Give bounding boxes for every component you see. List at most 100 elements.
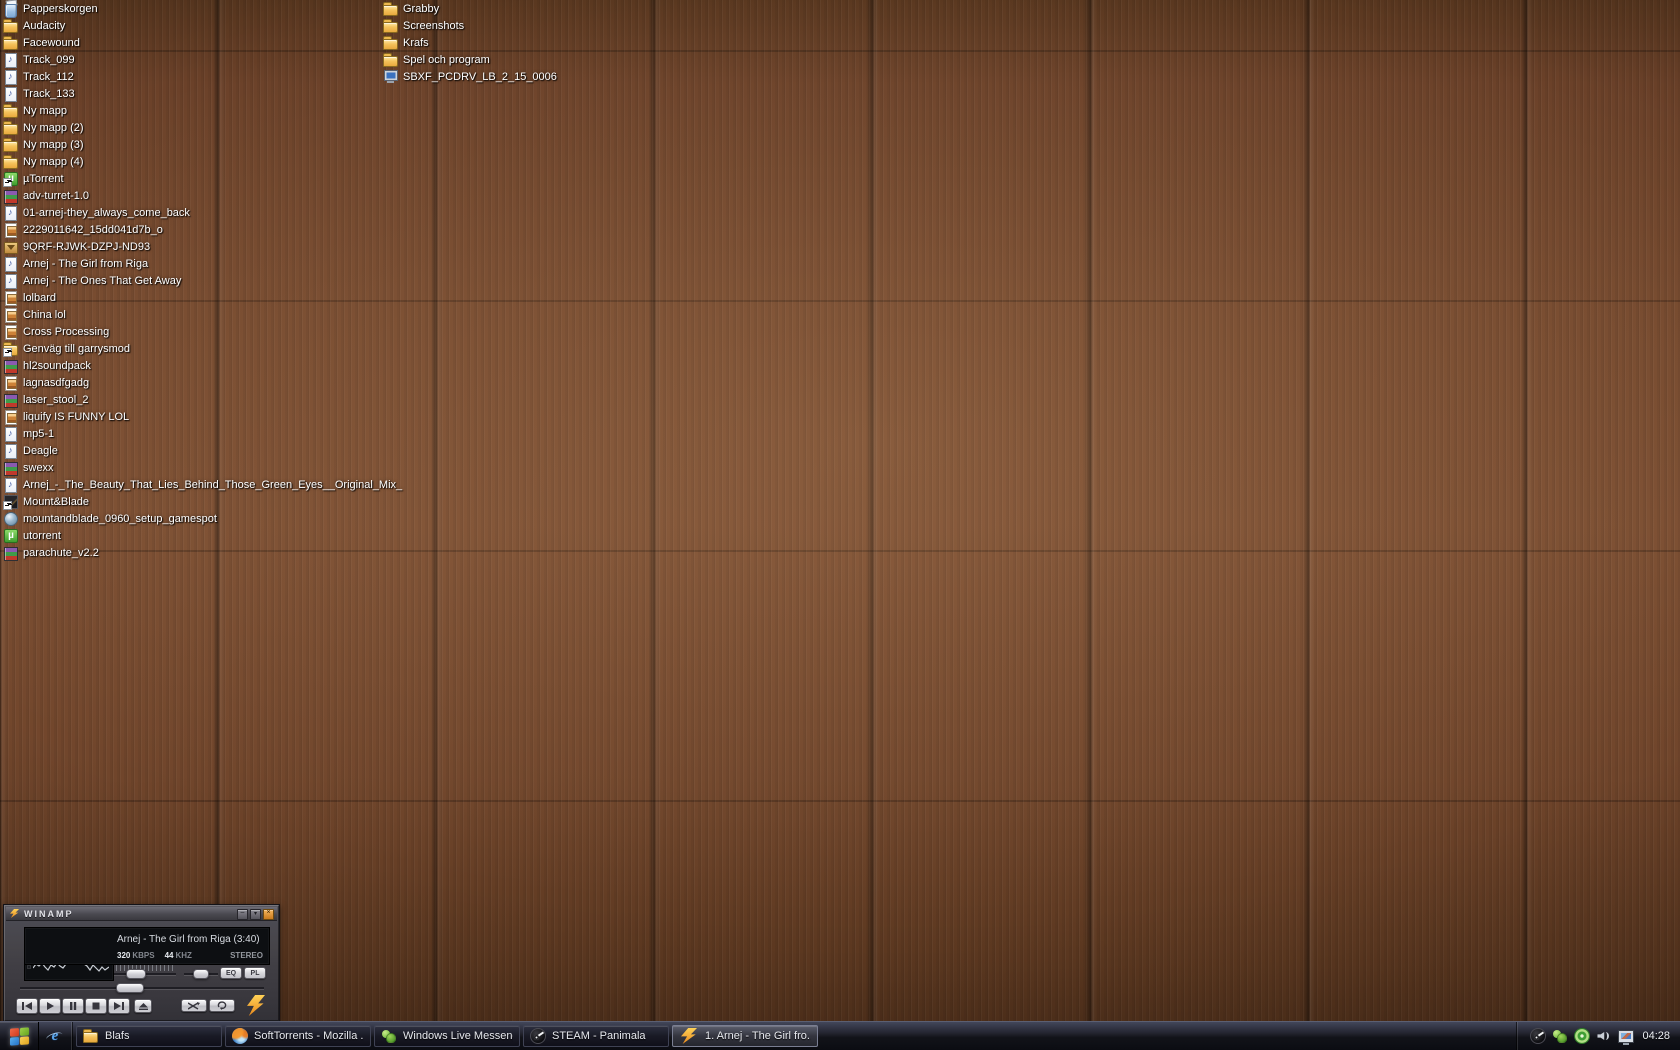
desktop-icon-label: lagnasdfgadg	[23, 377, 89, 389]
desktop-icon[interactable]: hl2soundpack	[3, 357, 402, 374]
desktop-icon[interactable]: Track_112	[3, 68, 402, 85]
desktop: PapperskorgenAudacityFacewoundTrack_099T…	[0, 0, 1680, 1050]
desktop-icon[interactable]: Mount&Blade	[3, 493, 402, 510]
seek-bar-thumb[interactable]	[116, 983, 144, 993]
audio-file-icon	[3, 426, 19, 442]
desktop-icon[interactable]: mountandblade_0960_setup_gamespot	[3, 510, 402, 527]
tray-green-ring-icon[interactable]	[1574, 1028, 1590, 1044]
desktop-icon[interactable]: China lol	[3, 306, 402, 323]
desktop-icon[interactable]: Facewound	[3, 34, 402, 51]
audio-file-icon	[3, 477, 19, 493]
taskbar-button-firefox[interactable]: SoftTorrents - Mozilla ...	[225, 1025, 371, 1047]
desktop-icon[interactable]: Ny mapp (2)	[3, 119, 402, 136]
utorrent-icon	[3, 528, 19, 544]
desktop-icon[interactable]: adv-turret-1.0	[3, 187, 402, 204]
desktop-icon[interactable]: 9QRF-RJWK-DZPJ-ND93	[3, 238, 402, 255]
desktop-icon[interactable]: Ny mapp (3)	[3, 136, 402, 153]
tray-steam-icon[interactable]	[1530, 1028, 1546, 1044]
windowshade-icon[interactable]	[250, 909, 261, 920]
taskbar-button-messenger[interactable]: Windows Live Messenger	[374, 1025, 520, 1047]
desktop-icon[interactable]: Audacity	[3, 17, 402, 34]
tray-volume-icon[interactable]	[1596, 1028, 1612, 1044]
desktop-icon[interactable]: Arnej - The Ones That Get Away	[3, 272, 402, 289]
desktop-icon[interactable]: lagnasdfgadg	[3, 374, 402, 391]
bitrate-unit: KBPS	[132, 951, 154, 960]
desktop-icon-label: China lol	[23, 309, 66, 321]
desktop-icon[interactable]: Ny mapp	[3, 102, 402, 119]
taskbar-button-winamp[interactable]: 1. Arnej - The Girl fro...	[672, 1025, 818, 1047]
volume-slider[interactable]	[114, 973, 176, 975]
desktop-icon[interactable]: Arnej_-_The_Beauty_That_Lies_Behind_Thos…	[3, 476, 402, 493]
tray-display-icon[interactable]	[1618, 1030, 1634, 1043]
desktop-icon[interactable]: Genväg till garrysmod	[3, 340, 402, 357]
internet-explorer-icon[interactable]: e	[47, 1028, 63, 1044]
repeat-icon[interactable]	[209, 999, 235, 1012]
desktop-icon[interactable]: SBXF_PCDRV_LB_2_15_0006	[383, 68, 557, 85]
desktop-icon[interactable]: Cross Processing	[3, 323, 402, 340]
winamp-titlebar[interactable]: WINAMP	[6, 907, 277, 921]
folder-icon	[3, 18, 19, 34]
desktop-icon[interactable]: parachute_v2.2	[3, 544, 402, 561]
desktop-icon[interactable]: mp5-1	[3, 425, 402, 442]
desktop-icon-label: 01-arnej-they_always_come_back	[23, 207, 190, 219]
balance-slider-thumb[interactable]	[193, 969, 209, 979]
folder-icon	[3, 35, 19, 51]
desktop-icon[interactable]: 2229011642_15dd041d7b_o	[3, 221, 402, 238]
winamp-window: WINAMP 01:41 Arnej - The Girl from Riga …	[3, 904, 280, 1022]
winamp-bolt-icon[interactable]	[247, 995, 265, 1016]
desktop-icon[interactable]: Screenshots	[383, 17, 557, 34]
desktop-icon-label: Spel och program	[403, 54, 490, 66]
desktop-icon[interactable]: Grabby	[383, 0, 557, 17]
desktop-icon-label: Facewound	[23, 37, 80, 49]
desktop-icon-label: Arnej - The Ones That Get Away	[23, 275, 181, 287]
close-icon[interactable]	[263, 909, 274, 920]
desktop-icon[interactable]: Papperskorgen	[3, 0, 402, 17]
desktop-icon[interactable]: 01-arnej-they_always_come_back	[3, 204, 402, 221]
desktop-icon-label: lolbard	[23, 292, 56, 304]
start-button[interactable]	[0, 1022, 39, 1050]
pause-icon[interactable]	[62, 998, 84, 1014]
desktop-icon[interactable]: Track_099	[3, 51, 402, 68]
desktop-icon[interactable]: µTorrent	[3, 170, 402, 187]
eject-icon[interactable]	[134, 999, 152, 1013]
desktop-icon-label: parachute_v2.2	[23, 547, 99, 559]
utorrent-icon	[3, 171, 19, 187]
next-icon[interactable]	[108, 998, 130, 1014]
previous-icon[interactable]	[16, 998, 38, 1014]
shuffle-icon[interactable]	[181, 999, 207, 1012]
desktop-icon[interactable]: Track_133	[3, 85, 402, 102]
taskbar-button-label: 1. Arnej - The Girl fro...	[705, 1030, 811, 1042]
desktop-icon[interactable]: utorrent	[3, 527, 402, 544]
desktop-icon-label: Ny mapp (2)	[23, 122, 84, 134]
desktop-icon[interactable]: lolbard	[3, 289, 402, 306]
seek-bar[interactable]	[20, 987, 264, 989]
play-icon[interactable]	[39, 998, 61, 1014]
desktop-icon-label: utorrent	[23, 530, 61, 542]
playlist-button[interactable]: PL	[244, 967, 266, 979]
taskbar-button-steam[interactable]: STEAM - Panimala	[523, 1025, 669, 1047]
desktop-icon[interactable]: Arnej - The Girl from Riga	[3, 255, 402, 272]
samplerate-unit: KHZ	[176, 951, 192, 960]
audio-file-icon	[3, 443, 19, 459]
desktop-icon-label: 9QRF-RJWK-DZPJ-ND93	[23, 241, 150, 253]
stop-icon[interactable]	[85, 998, 107, 1014]
taskbar: e BlafsSoftTorrents - Mozilla ...Windows…	[0, 1021, 1680, 1050]
taskbar-button-folder[interactable]: Blafs	[76, 1025, 222, 1047]
volume-slider-thumb[interactable]	[126, 969, 146, 979]
minimize-icon[interactable]	[237, 909, 248, 920]
winrar-icon	[3, 545, 19, 561]
tray-messenger-icon[interactable]	[1552, 1028, 1568, 1044]
tray-clock[interactable]: 04:28	[1642, 1030, 1670, 1042]
track-title[interactable]: Arnej - The Girl from Riga (3:40)	[117, 934, 265, 945]
balance-slider[interactable]	[184, 973, 218, 975]
desktop-icon[interactable]: liquify IS FUNNY LOL	[3, 408, 402, 425]
desktop-icon[interactable]: laser_stool_2	[3, 391, 402, 408]
desktop-icon[interactable]: Krafs	[383, 34, 557, 51]
desktop-icon[interactable]: swexx	[3, 459, 402, 476]
shortcut-arrow-icon	[3, 178, 12, 187]
desktop-icon[interactable]: Spel och program	[383, 51, 557, 68]
desktop-icon[interactable]: Ny mapp (4)	[3, 153, 402, 170]
desktop-icon-label: liquify IS FUNNY LOL	[23, 411, 129, 423]
desktop-icon[interactable]: Deagle	[3, 442, 402, 459]
eq-button[interactable]: EQ	[220, 967, 242, 979]
